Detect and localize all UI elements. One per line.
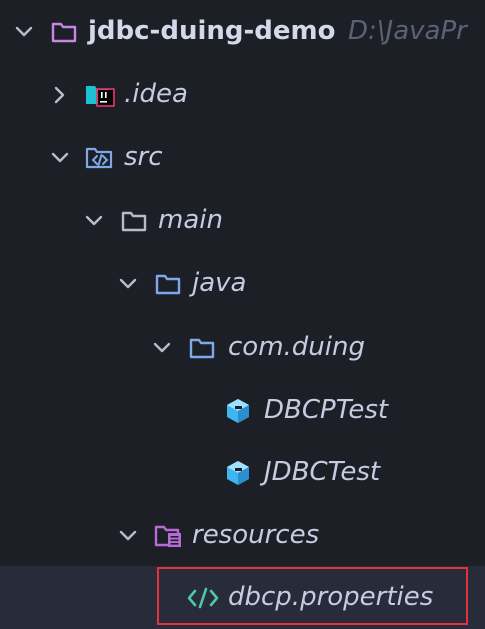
project-tree: jdbc-duing-demo D:\JavaPr .idea src main…: [0, 0, 485, 629]
tree-row-project-root[interactable]: jdbc-duing-demo D:\JavaPr: [0, 0, 485, 63]
chevron-down-icon[interactable]: [84, 211, 104, 231]
idea-folder-icon: [85, 81, 115, 109]
tree-label-jdbctest: JDBCTest: [264, 457, 381, 487]
java-class-icon: [224, 459, 252, 487]
tree-label-idea: .idea: [124, 79, 188, 109]
tree-row-idea[interactable]: .idea: [0, 63, 485, 126]
chevron-down-icon[interactable]: [152, 338, 172, 358]
java-class-icon: [224, 397, 252, 425]
tree-row-src[interactable]: src: [0, 126, 485, 189]
tree-row-main[interactable]: main: [0, 189, 485, 252]
properties-file-icon: [186, 584, 220, 612]
chevron-down-icon[interactable]: [14, 22, 34, 42]
tree-label-main: main: [158, 205, 223, 235]
tree-label-java: java: [192, 268, 247, 298]
tree-row-package[interactable]: com.duing: [0, 316, 485, 379]
tree-row-dbcp-properties[interactable]: dbcp.properties: [0, 566, 485, 629]
chevron-down-icon[interactable]: [118, 526, 138, 546]
tree-label-dbcp-properties: dbcp.properties: [228, 582, 434, 612]
tree-label-resources: resources: [192, 520, 320, 550]
tree-row-jdbctest[interactable]: JDBCTest: [0, 441, 485, 504]
tree-label-package: com.duing: [228, 332, 365, 362]
tree-label-dbcptest: DBCPTest: [264, 395, 389, 425]
resources-folder-icon: [154, 522, 182, 550]
chevron-down-icon[interactable]: [50, 148, 70, 168]
tree-row-dbcptest[interactable]: DBCPTest: [0, 379, 485, 442]
java-source-root-icon: [154, 270, 182, 298]
project-name: jdbc-duing-demo: [88, 16, 336, 46]
chevron-down-icon[interactable]: [118, 274, 138, 294]
folder-icon: [120, 207, 148, 235]
project-folder-icon: [50, 18, 78, 46]
tree-row-resources[interactable]: resources: [0, 504, 485, 567]
tree-row-java[interactable]: java: [0, 252, 485, 315]
package-folder-icon: [188, 334, 216, 362]
chevron-right-icon[interactable]: [50, 85, 70, 105]
project-path-hint: D:\JavaPr: [348, 16, 467, 46]
tree-label-src: src: [124, 142, 163, 172]
source-folder-icon: [85, 144, 113, 172]
